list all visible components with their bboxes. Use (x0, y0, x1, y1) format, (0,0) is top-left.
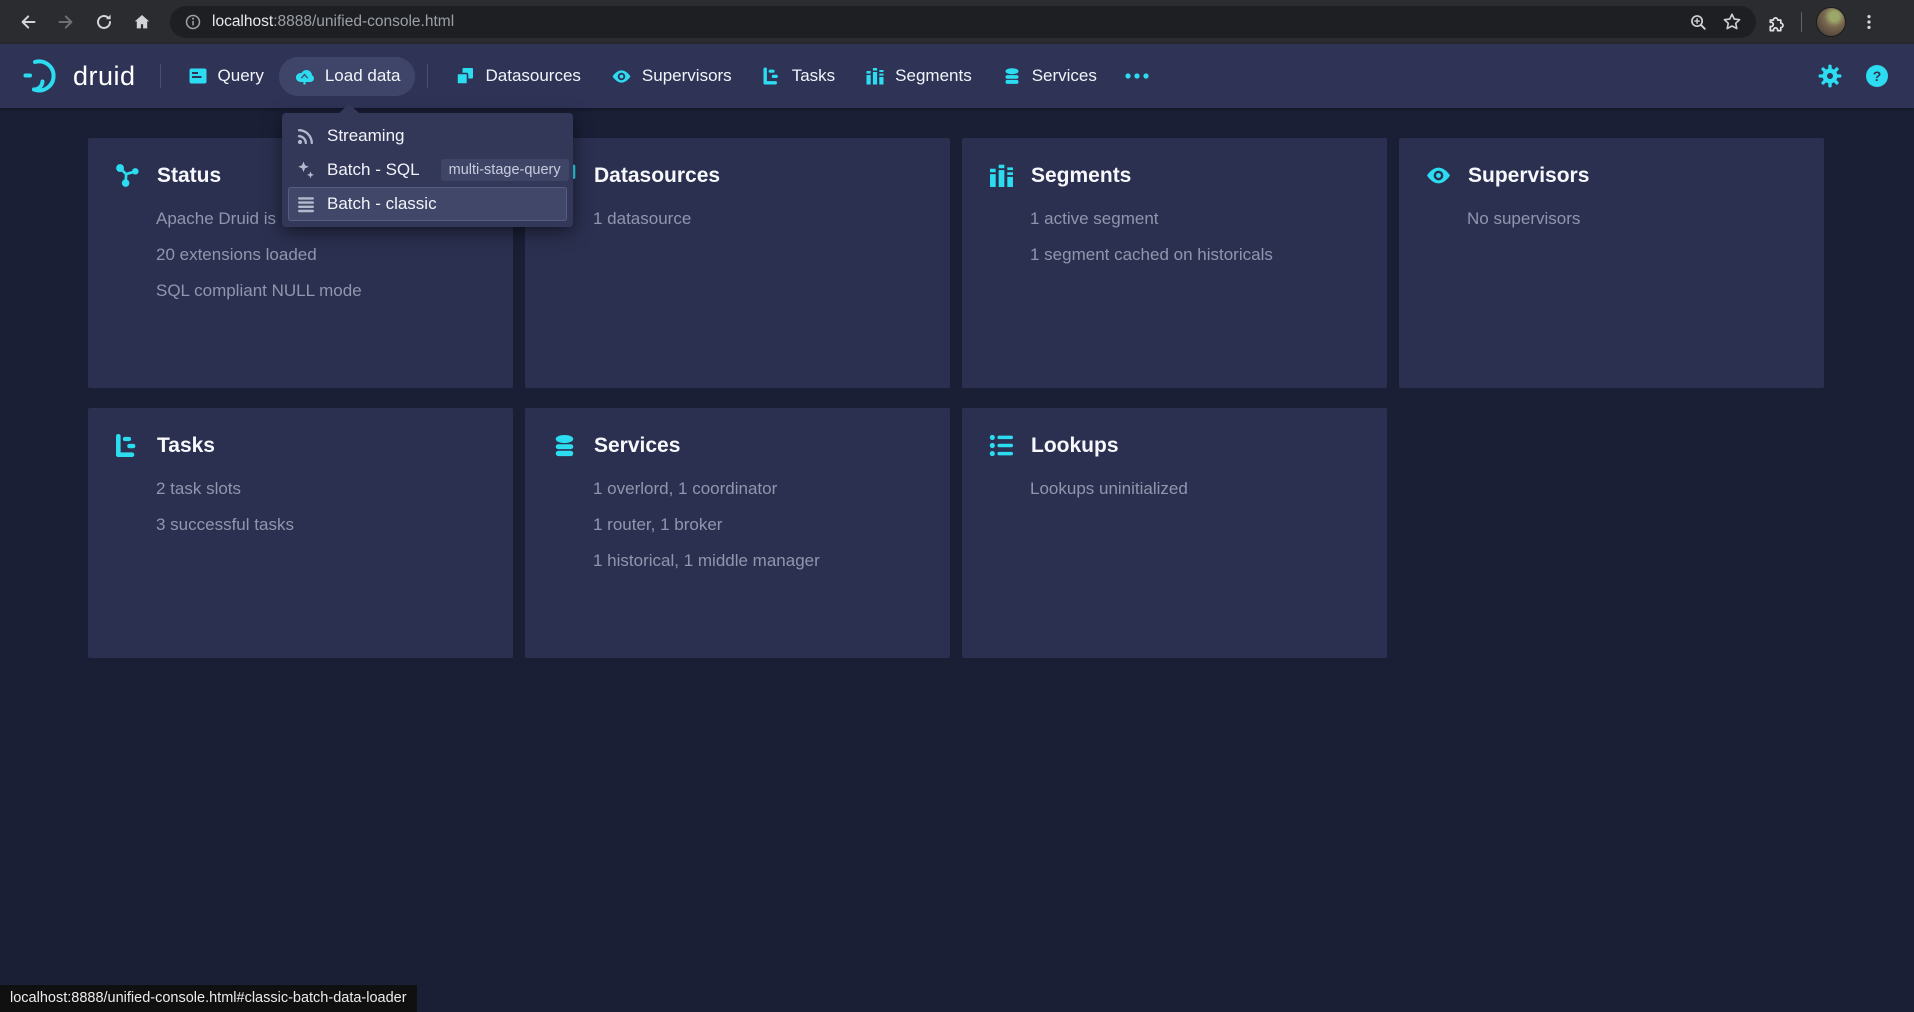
reload-icon (94, 12, 114, 32)
nav-services-label: Services (1032, 66, 1097, 86)
menu-item-streaming-label: Streaming (327, 126, 404, 146)
svg-text:?: ? (1873, 68, 1882, 84)
nav-load-data[interactable]: Load data (279, 57, 416, 96)
menu-item-batch-classic-label: Batch - classic (327, 194, 437, 214)
segments-line: 1 active segment (1030, 209, 1387, 229)
load-data-menu: Streaming Batch - SQL multi-stage-query … (282, 113, 573, 227)
nav-load-data-label: Load data (325, 66, 401, 86)
tasks-line: 3 successful tasks (156, 515, 513, 535)
card-datasources[interactable]: Datasources 1 datasource (525, 138, 950, 388)
bookmark-star-icon[interactable] (1722, 12, 1742, 32)
status-line: 20 extensions loaded (156, 245, 513, 265)
lookups-line: Lookups uninitialized (1030, 479, 1387, 499)
nav-segments[interactable]: Segments (850, 57, 987, 95)
segments-chart-icon (865, 66, 885, 86)
more-dots-icon (1124, 72, 1150, 80)
nav-supervisors[interactable]: Supervisors (596, 57, 747, 96)
database-icon (1002, 66, 1022, 86)
supervisors-card-icon (1425, 162, 1452, 189)
druid-navbar: druid Query Load data Datasources Sup (0, 44, 1914, 108)
nav-tasks-label: Tasks (792, 66, 835, 86)
card-services-title: Services (594, 434, 680, 458)
nav-divider (427, 64, 428, 88)
tasks-line: 2 task slots (156, 479, 513, 499)
lookups-card-icon (988, 432, 1015, 459)
card-lookups[interactable]: Lookups Lookups uninitialized (962, 408, 1387, 658)
supervisors-line: No supervisors (1467, 209, 1824, 229)
url-host: localhost (212, 13, 273, 30)
card-segments-title: Segments (1031, 164, 1131, 188)
status-line: SQL compliant NULL mode (156, 281, 513, 301)
eye-icon (611, 66, 632, 87)
card-supervisors[interactable]: Supervisors No supervisors (1399, 138, 1824, 388)
msq-tag: multi-stage-query (441, 159, 569, 181)
card-services[interactable]: Services 1 overlord, 1 coordinator 1 rou… (525, 408, 950, 658)
segments-line: 1 segment cached on historicals (1030, 245, 1387, 265)
card-status-title: Status (157, 164, 221, 188)
card-segments[interactable]: Segments 1 active segment 1 segment cach… (962, 138, 1387, 388)
card-datasources-title: Datasources (594, 164, 720, 188)
datasources-icon (455, 66, 475, 86)
browser-chrome: localhost:8888/unified-console.html (0, 0, 1914, 44)
nav-tasks[interactable]: Tasks (747, 57, 850, 95)
reload-button[interactable] (86, 4, 122, 40)
services-line: 1 overlord, 1 coordinator (593, 479, 950, 499)
status-graph-icon (114, 162, 141, 189)
url-bar[interactable]: localhost:8888/unified-console.html (170, 6, 1756, 38)
nav-datasources[interactable]: Datasources (440, 57, 595, 95)
menu-item-batch-classic[interactable]: Batch - classic (288, 187, 567, 221)
site-info-icon[interactable] (184, 13, 202, 31)
nav-divider (160, 64, 161, 88)
zoom-page-icon[interactable] (1689, 13, 1708, 32)
druid-logo[interactable]: druid (22, 57, 136, 95)
url-text: localhost:8888/unified-console.html (212, 13, 454, 31)
card-supervisors-title: Supervisors (1468, 164, 1589, 188)
menu-item-batch-sql-label: Batch - SQL (327, 160, 420, 180)
nav-more-menu[interactable] (1112, 63, 1162, 89)
extensions-icon[interactable] (1766, 12, 1787, 33)
nav-query-label: Query (218, 66, 264, 86)
menu-item-streaming[interactable]: Streaming (288, 119, 567, 153)
services-line: 1 historical, 1 middle manager (593, 551, 950, 571)
services-card-icon (551, 432, 578, 459)
back-button[interactable] (10, 4, 46, 40)
forward-icon (56, 12, 76, 32)
brand-name: druid (73, 61, 136, 92)
menu-item-batch-sql[interactable]: Batch - SQL multi-stage-query (288, 153, 567, 187)
url-path: :8888/unified-console.html (273, 13, 454, 30)
nav-services[interactable]: Services (987, 57, 1112, 95)
datasources-line: 1 datasource (593, 209, 950, 229)
profile-avatar[interactable] (1816, 7, 1846, 37)
tasks-card-icon (114, 432, 141, 459)
druid-spiral-icon (22, 57, 64, 95)
segments-card-icon (988, 162, 1015, 189)
card-tasks[interactable]: Tasks 2 task slots 3 successful tasks (88, 408, 513, 658)
forward-button[interactable] (48, 4, 84, 40)
sparkles-icon (296, 160, 316, 180)
home-button[interactable] (124, 4, 160, 40)
query-icon (188, 66, 208, 86)
nav-segments-label: Segments (895, 66, 972, 86)
back-icon (18, 12, 38, 32)
cloud-upload-icon (294, 66, 315, 87)
nav-datasources-label: Datasources (485, 66, 580, 86)
home-icon (132, 12, 152, 32)
browser-menu-icon[interactable] (1860, 13, 1878, 31)
toolbar-divider (1801, 12, 1802, 32)
settings-gear-icon[interactable] (1818, 64, 1842, 88)
link-preview: localhost:8888/unified-console.html#clas… (0, 985, 417, 1012)
help-icon[interactable]: ? (1864, 63, 1890, 89)
list-icon (296, 194, 316, 214)
nav-supervisors-label: Supervisors (642, 66, 732, 86)
gantt-icon (762, 66, 782, 86)
streaming-feed-icon (296, 126, 316, 146)
card-lookups-title: Lookups (1031, 434, 1119, 458)
card-tasks-title: Tasks (157, 434, 215, 458)
services-line: 1 router, 1 broker (593, 515, 950, 535)
nav-query[interactable]: Query (173, 57, 279, 95)
